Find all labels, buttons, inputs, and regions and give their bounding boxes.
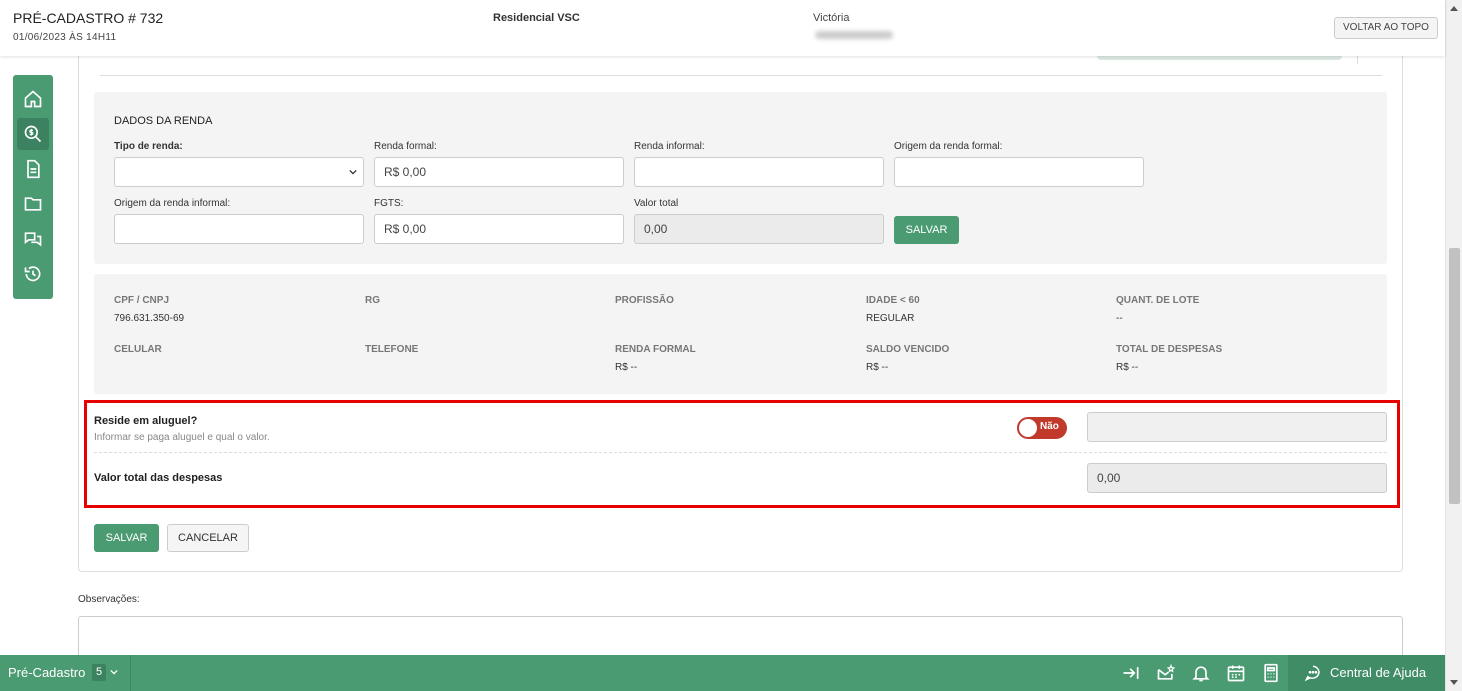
redacted-phone: [815, 31, 893, 39]
calculator-icon[interactable]: [1261, 663, 1281, 683]
expenses-total-label: Valor total das despesas: [94, 472, 223, 484]
sidebar-item-history[interactable]: [17, 258, 49, 290]
help-chat-icon: [1304, 665, 1320, 682]
overdue-balance-value: R$ --: [866, 362, 889, 373]
rg-label: RG: [365, 295, 380, 306]
sidebar: [13, 75, 53, 299]
sidebar-item-files[interactable]: [17, 188, 49, 220]
count-badge: 5: [92, 664, 106, 681]
rent-help-text: Informar se paga aluguel e qual o valor.: [94, 432, 270, 443]
toggle-knob: [1019, 419, 1037, 437]
save-button[interactable]: SALVAR: [94, 524, 159, 552]
formal-income-summary-label: RENDA FORMAL: [615, 344, 696, 355]
save-income-button[interactable]: SALVAR: [894, 216, 959, 244]
help-center-button[interactable]: Central de Ajuda: [1288, 655, 1445, 691]
informal-income-input[interactable]: [634, 157, 884, 187]
page-date: 01/06/2023 ÀS 14H11: [13, 32, 117, 43]
page-title: PRÉ-CADASTRO # 732: [13, 10, 164, 26]
scroll-thumb[interactable]: [1449, 248, 1460, 504]
sidebar-item-documents[interactable]: [17, 153, 49, 185]
section-title: DADOS DA RENDA: [114, 115, 213, 127]
lot-count-value: --: [1116, 313, 1123, 324]
income-section: DADOS DA RENDA Tipo de renda: Renda form…: [94, 92, 1387, 264]
lot-count-label: QUANT. DE LOTE: [1116, 295, 1200, 306]
scroll-down-icon[interactable]: [1450, 680, 1458, 685]
bottom-bar: Pré-Cadastro 5 Central de Ajuda: [0, 655, 1445, 691]
fgts-input[interactable]: R$ 0,00: [374, 214, 624, 244]
formal-origin-label: Origem da renda formal:: [894, 141, 1003, 152]
cpf-label: CPF / CNPJ: [114, 295, 170, 306]
sidebar-item-income[interactable]: [17, 118, 49, 150]
income-type-label: Tipo de renda:: [114, 141, 183, 152]
formal-income-input[interactable]: R$ 0,00: [374, 157, 624, 187]
back-to-top-button[interactable]: VOLTAR AO TOPO: [1334, 17, 1438, 39]
informal-origin-input[interactable]: [114, 214, 364, 244]
profession-label: PROFISSÃO: [615, 295, 674, 306]
divider: [94, 452, 1387, 453]
document-icon: [27, 159, 40, 179]
home-icon: [24, 90, 42, 108]
toggle-label: Não: [1040, 421, 1059, 432]
observations-label: Observações:: [78, 594, 140, 605]
scroll-up-icon[interactable]: [1450, 6, 1458, 11]
section-label: Pré-Cadastro: [8, 665, 86, 680]
rent-toggle[interactable]: Não: [1017, 417, 1067, 439]
money-search-icon: [24, 125, 42, 143]
main-content: DADOS DA RENDA Tipo de renda: Renda form…: [0, 56, 1445, 655]
age-label: IDADE < 60: [866, 295, 920, 306]
total-expenses-label: TOTAL DE DESPESAS: [1116, 344, 1223, 355]
total-value-input: 0,00: [634, 214, 884, 244]
phone-label: TELEFONE: [365, 344, 419, 355]
formal-income-summary-value: R$ --: [615, 362, 638, 373]
page-scrollbar[interactable]: [1445, 0, 1462, 691]
page-header: PRÉ-CADASTRO # 732 01/06/2023 ÀS 14H11 R…: [0, 0, 1445, 56]
observations-textarea[interactable]: [78, 616, 1403, 655]
sidebar-item-home[interactable]: [17, 83, 49, 115]
formal-income-label: Renda formal:: [374, 141, 437, 152]
informal-income-label: Renda informal:: [634, 141, 705, 152]
cancel-button[interactable]: CANCELAR: [167, 524, 249, 552]
divider: [1357, 56, 1358, 64]
project-name: Residencial VSC: [493, 12, 580, 24]
user-name: Victória: [813, 12, 850, 24]
collapse-icon[interactable]: [1121, 663, 1141, 683]
help-center-label: Central de Ajuda: [1330, 665, 1427, 680]
section-switcher[interactable]: Pré-Cadastro 5: [0, 655, 131, 691]
chevron-down-icon: [349, 169, 357, 175]
bell-icon[interactable]: [1191, 663, 1211, 683]
mobile-label: CELULAR: [114, 344, 162, 355]
total-value-label: Valor total: [634, 198, 679, 209]
rent-section: Reside em aluguel? Informar se paga alug…: [84, 400, 1400, 508]
expenses-total-input: 0,00: [1087, 463, 1387, 493]
informal-origin-label: Origem da renda informal:: [114, 198, 231, 209]
overdue-balance-label: SALDO VENCIDO: [866, 344, 950, 355]
rent-value-input: [1087, 412, 1387, 442]
calendar-icon[interactable]: [1226, 663, 1246, 683]
fgts-label: FGTS:: [374, 198, 404, 209]
chevron-down-icon: [110, 669, 118, 675]
total-expenses-value: R$ --: [1116, 362, 1139, 373]
age-value: REGULAR: [866, 313, 915, 324]
partial-green-element: [1097, 56, 1342, 60]
folder-icon: [24, 197, 42, 211]
sidebar-item-messages[interactable]: [17, 223, 49, 255]
rent-question: Reside em aluguel?: [94, 415, 198, 427]
cpf-value: 796.631.350-69: [114, 313, 185, 324]
applicant-summary: CPF / CNPJ 796.631.350-69 RG PROFISSÃO I…: [94, 274, 1387, 394]
chat-icon: [24, 232, 42, 247]
mail-star-icon[interactable]: [1156, 663, 1176, 683]
history-icon: [24, 266, 41, 282]
divider: [100, 75, 1382, 76]
income-type-select[interactable]: [114, 157, 364, 187]
formal-origin-input[interactable]: [894, 157, 1144, 187]
